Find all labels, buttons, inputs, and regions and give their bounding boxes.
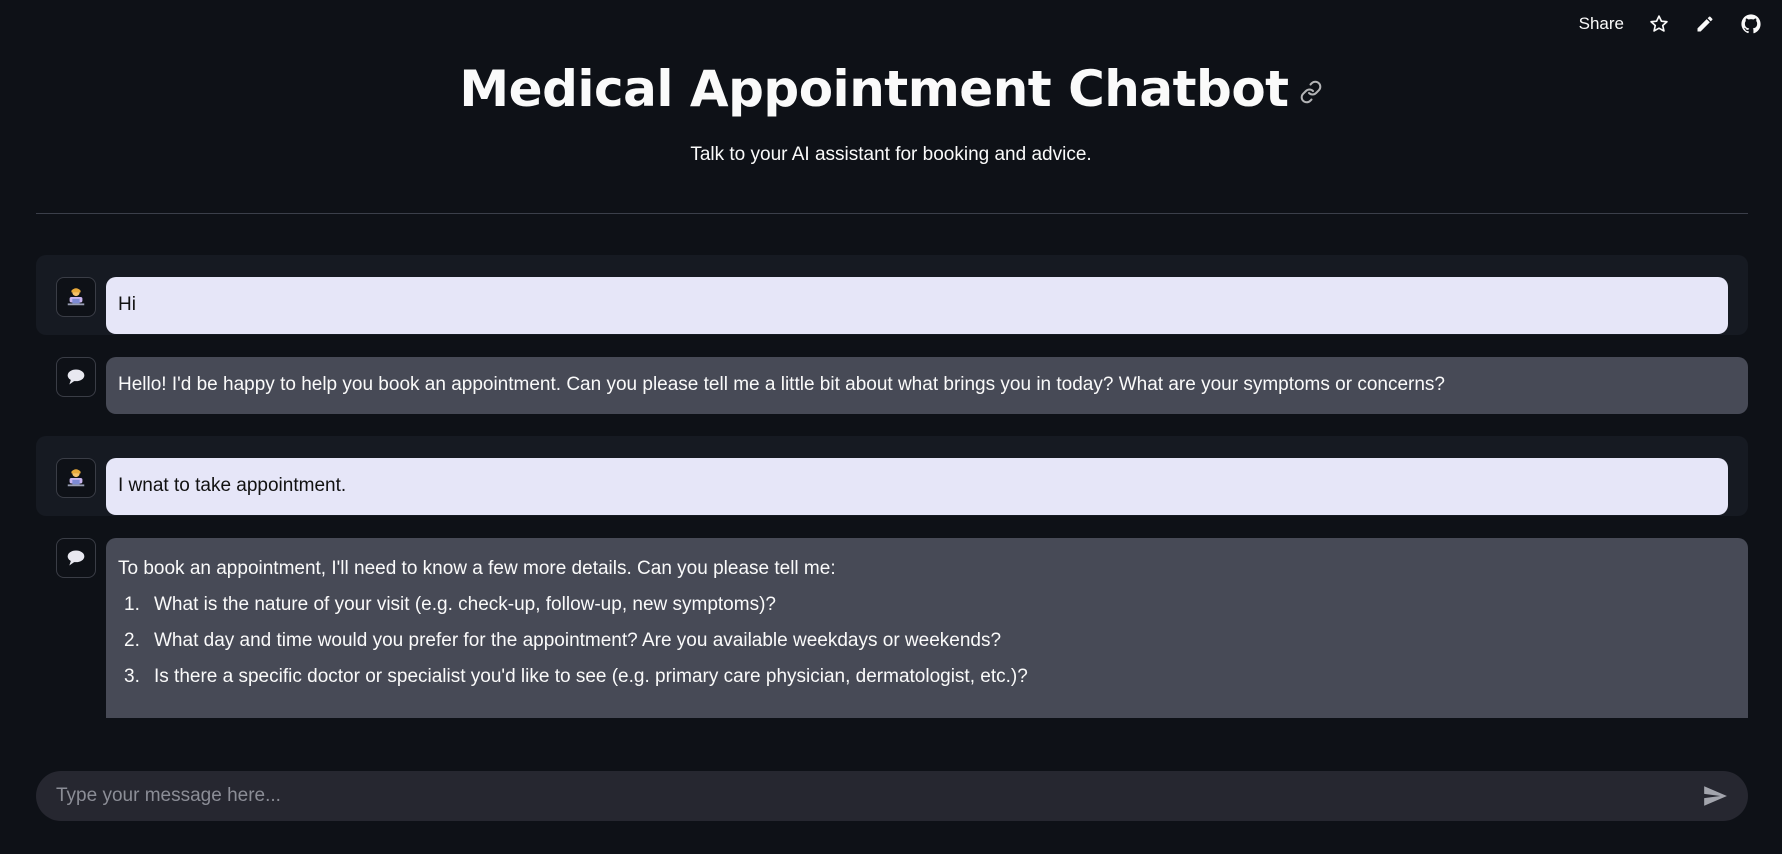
chat-input-bar bbox=[36, 771, 1748, 821]
chat-message-user: Hi bbox=[36, 255, 1748, 335]
list-item-number: 2. bbox=[124, 630, 140, 651]
list-item-text: What day and time would you prefer for t… bbox=[154, 630, 1002, 651]
edit-pencil-icon[interactable] bbox=[1694, 13, 1716, 35]
list-item-number: 3. bbox=[124, 666, 140, 687]
link-icon[interactable] bbox=[1299, 80, 1323, 104]
user-avatar-icon bbox=[56, 458, 96, 498]
list-item-text: Is there a specific doctor or specialist… bbox=[154, 666, 1028, 687]
list-item-number: 1. bbox=[124, 594, 140, 615]
assistant-message-intro: To book an appointment, I'll need to kno… bbox=[118, 558, 836, 579]
assistant-avatar-icon bbox=[56, 538, 96, 578]
page-subtitle: Talk to your AI assistant for booking an… bbox=[690, 144, 1092, 165]
send-icon[interactable] bbox=[1702, 783, 1728, 809]
assistant-question-list: 1. What is the nature of your visit (e.g… bbox=[118, 587, 1736, 695]
chat-message-user: I wnat to take appointment. bbox=[36, 436, 1748, 516]
user-message-text: I wnat to take appointment. bbox=[106, 458, 1728, 515]
chat-message-list: Hi Hello! I'd be happy to help you book … bbox=[36, 255, 1748, 750]
list-item-text: What is the nature of your visit (e.g. c… bbox=[154, 594, 776, 615]
assistant-message-text: Hello! I'd be happy to help you book an … bbox=[106, 357, 1748, 414]
list-item: 2. What day and time would you prefer fo… bbox=[118, 623, 1736, 659]
github-icon[interactable] bbox=[1740, 13, 1762, 35]
top-toolbar: Share bbox=[1579, 0, 1782, 48]
chat-message-assistant: To book an appointment, I'll need to kno… bbox=[36, 538, 1748, 718]
list-item: 3. Is there a specific doctor or special… bbox=[118, 659, 1736, 695]
assistant-message-text: To book an appointment, I'll need to kno… bbox=[106, 538, 1748, 718]
page-title: Medical Appointment Chatbot bbox=[459, 60, 1289, 118]
page-header: Medical Appointment Chatbot Talk to your… bbox=[0, 56, 1782, 166]
assistant-avatar-icon bbox=[56, 357, 96, 397]
header-divider bbox=[36, 213, 1748, 214]
user-avatar-icon bbox=[56, 277, 96, 317]
list-item: 1. What is the nature of your visit (e.g… bbox=[118, 587, 1736, 623]
star-icon[interactable] bbox=[1648, 13, 1670, 35]
share-button[interactable]: Share bbox=[1579, 14, 1624, 34]
user-message-text: Hi bbox=[106, 277, 1728, 334]
chat-message-input[interactable] bbox=[56, 785, 1702, 807]
chat-message-assistant: Hello! I'd be happy to help you book an … bbox=[36, 357, 1748, 414]
